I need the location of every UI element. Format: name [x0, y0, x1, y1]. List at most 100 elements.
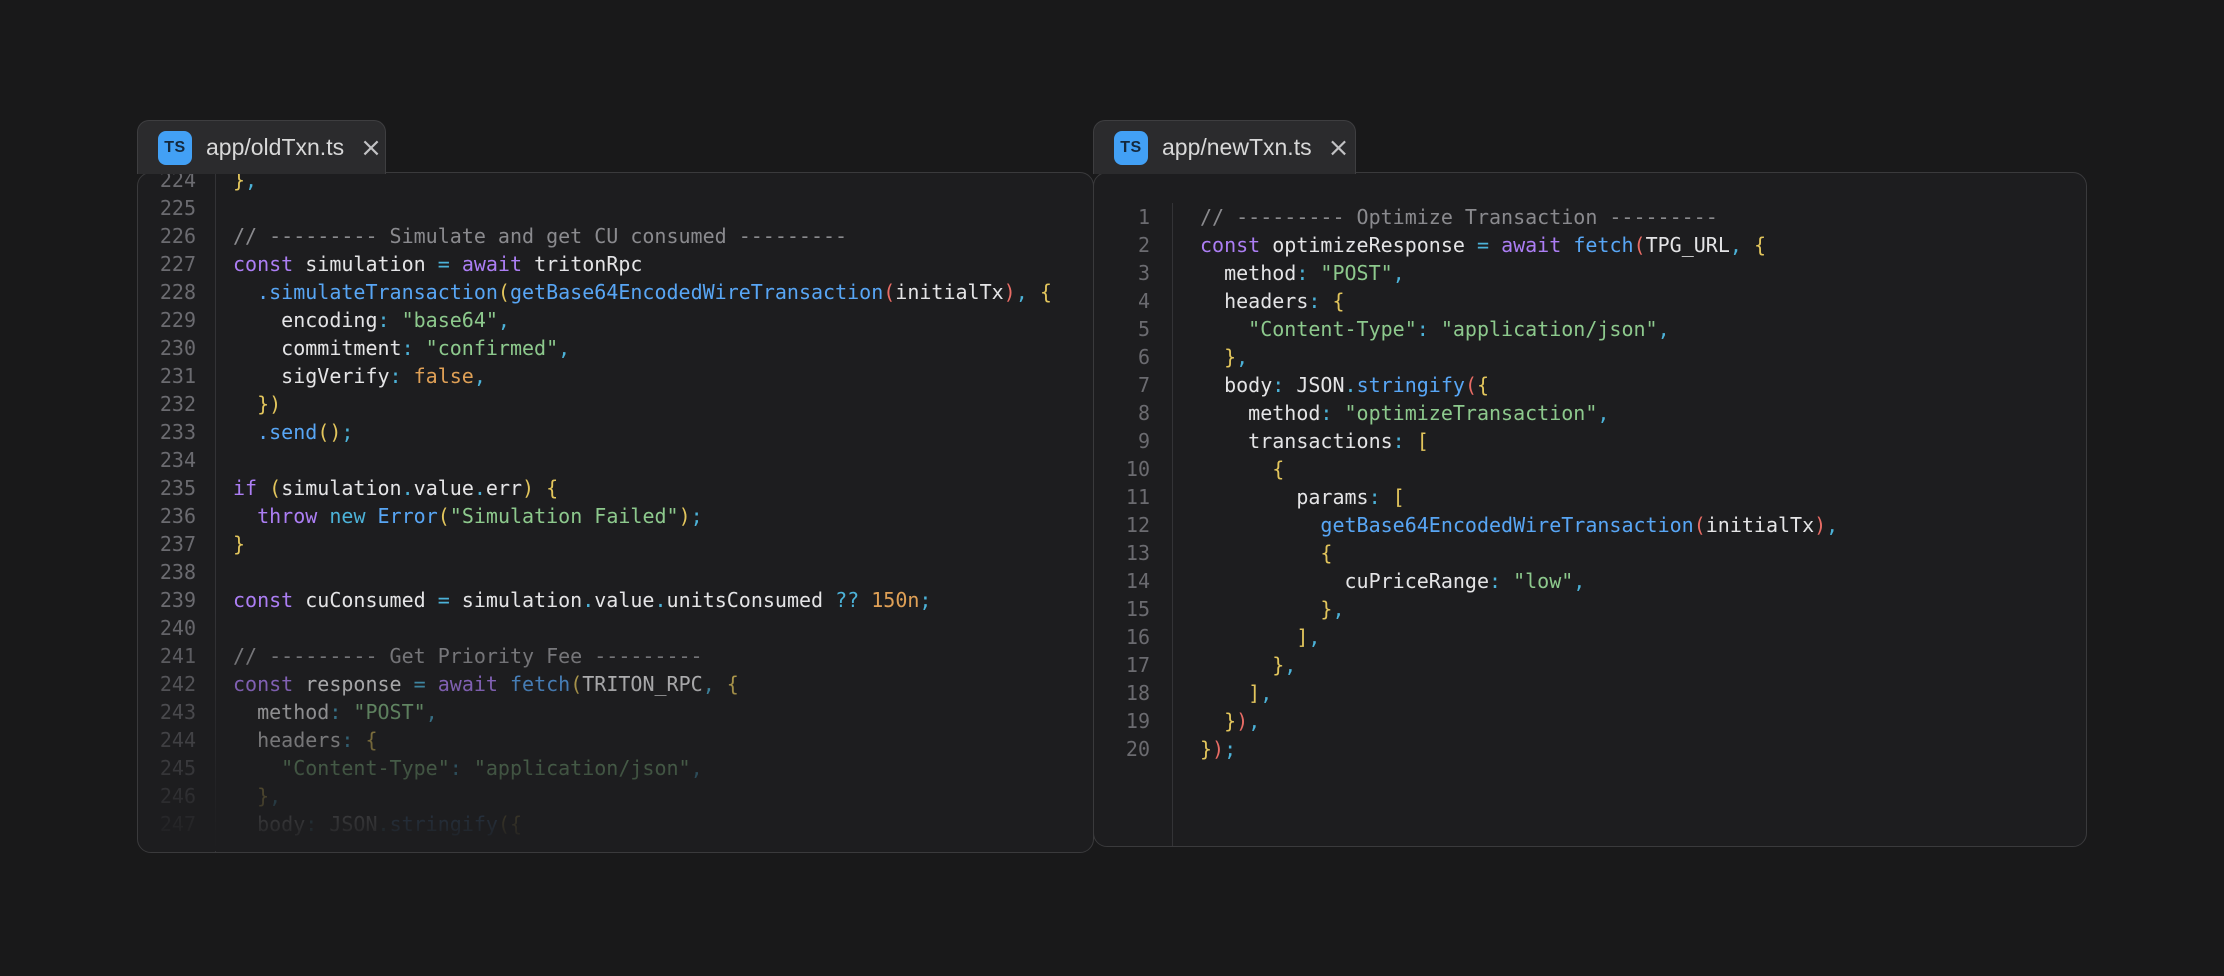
typescript-file-icon: TS [158, 131, 192, 165]
line-number-gutter: 2242252262272282292302312322332342352362… [138, 173, 216, 852]
line-number: 4 [1138, 287, 1150, 315]
code-area[interactable]: // --------- Optimize Transaction ------… [1173, 203, 2086, 846]
code-line: { [1200, 455, 2086, 483]
editor-panel-new-txn: 1234567891011121314151617181920 // -----… [1093, 172, 2087, 847]
code-line: encoding: "base64", [233, 306, 1093, 334]
code-line: }, [233, 173, 1093, 194]
line-number: 237 [160, 530, 196, 558]
code-line: transactions: [ [1200, 427, 2086, 455]
code-line: cuPriceRange: "low", [1200, 567, 2086, 595]
code-line: { [1200, 539, 2086, 567]
line-number: 235 [160, 474, 196, 502]
line-number: 3 [1138, 259, 1150, 287]
code-line: headers: { [233, 726, 1093, 754]
line-number: 241 [160, 642, 196, 670]
code-line: getBase64EncodedWireTransaction(initialT… [1200, 511, 2086, 539]
code-line: // --------- Optimize Transaction ------… [1200, 203, 2086, 231]
line-number: 6 [1138, 343, 1150, 371]
tab-title: app/newTxn.ts [1162, 134, 1312, 161]
editor-panel-old-txn: 2242252262272282292302312322332342352362… [137, 172, 1094, 853]
line-number: 5 [1138, 315, 1150, 343]
close-icon[interactable]: × [360, 135, 382, 161]
line-number: 9 [1138, 427, 1150, 455]
line-number: 229 [160, 306, 196, 334]
code-line: const cuConsumed = simulation.value.unit… [233, 586, 1093, 614]
code-line: }, [1200, 651, 2086, 679]
line-number: 1 [1138, 203, 1150, 231]
code-line: ], [1200, 623, 2086, 651]
line-number: 17 [1126, 651, 1150, 679]
code-line: const optimizeResponse = await fetch(TPG… [1200, 231, 2086, 259]
code-line: body: JSON.stringify({ [233, 810, 1093, 838]
code-line: // --------- Get Priority Fee --------- [233, 642, 1093, 670]
tab-old-txn-file[interactable]: TS app/oldTxn.ts × [137, 120, 386, 174]
line-number: 236 [160, 502, 196, 530]
code-line: method: "optimizeTransaction", [1200, 399, 2086, 427]
code-line: "Content-Type": "application/json", [1200, 315, 2086, 343]
line-number: 225 [160, 194, 196, 222]
line-number: 19 [1126, 707, 1150, 735]
code-line: }) [233, 390, 1093, 418]
line-number: 10 [1126, 455, 1150, 483]
line-number: 226 [160, 222, 196, 250]
code-line [233, 194, 1093, 222]
typescript-file-icon: TS [1114, 131, 1148, 165]
code-line: "Content-Type": "application/json", [233, 754, 1093, 782]
close-icon[interactable]: × [1328, 135, 1350, 161]
code-line: }); [1200, 735, 2086, 763]
tab-title: app/oldTxn.ts [206, 134, 344, 161]
code-line: method: "POST", [1200, 259, 2086, 287]
code-editor[interactable]: 1234567891011121314151617181920 // -----… [1094, 173, 2086, 846]
line-number: 232 [160, 390, 196, 418]
line-number: 238 [160, 558, 196, 586]
code-line: .send(); [233, 418, 1093, 446]
line-number: 8 [1138, 399, 1150, 427]
code-line: throw new Error("Simulation Failed"); [233, 502, 1093, 530]
code-line: }, [233, 782, 1093, 810]
line-number: 240 [160, 614, 196, 642]
code-line: .simulateTransaction(getBase64EncodedWir… [233, 278, 1093, 306]
code-line: method: "POST", [233, 698, 1093, 726]
code-line: ], [1200, 679, 2086, 707]
line-number: 244 [160, 726, 196, 754]
code-line: const response = await fetch(TRITON_RPC,… [233, 670, 1093, 698]
line-number: 231 [160, 362, 196, 390]
code-line: params: [ [1200, 483, 2086, 511]
line-number: 242 [160, 670, 196, 698]
code-line [233, 614, 1093, 642]
code-line: commitment: "confirmed", [233, 334, 1093, 362]
line-number: 15 [1126, 595, 1150, 623]
code-line: }, [1200, 343, 2086, 371]
line-number: 227 [160, 250, 196, 278]
code-line [233, 558, 1093, 586]
code-line: }), [1200, 707, 2086, 735]
line-number: 13 [1126, 539, 1150, 567]
line-number: 18 [1126, 679, 1150, 707]
code-line [233, 446, 1093, 474]
line-number: 20 [1126, 735, 1150, 763]
line-number: 7 [1138, 371, 1150, 399]
line-number: 14 [1126, 567, 1150, 595]
line-number: 224 [160, 173, 196, 194]
line-number: 230 [160, 334, 196, 362]
line-number: 247 [160, 810, 196, 838]
line-number: 16 [1126, 623, 1150, 651]
line-number: 246 [160, 782, 196, 810]
code-line: sigVerify: false, [233, 362, 1093, 390]
line-number: 11 [1126, 483, 1150, 511]
code-line: // --------- Simulate and get CU consume… [233, 222, 1093, 250]
line-number: 243 [160, 698, 196, 726]
line-number: 2 [1138, 231, 1150, 259]
code-area[interactable]: }, // --------- Simulate and get CU consu… [216, 173, 1093, 852]
code-editor[interactable]: 2242252262272282292302312322332342352362… [138, 173, 1093, 852]
line-number: 239 [160, 586, 196, 614]
line-number: 233 [160, 418, 196, 446]
line-number: 12 [1126, 511, 1150, 539]
code-line: } [233, 530, 1093, 558]
line-number-gutter: 1234567891011121314151617181920 [1094, 203, 1173, 846]
code-line: if (simulation.value.err) { [233, 474, 1093, 502]
workspace: TS app/oldTxn.ts × TS app/newTxn.ts × 22… [0, 0, 2224, 976]
line-number: 234 [160, 446, 196, 474]
tab-new-txn-file[interactable]: TS app/newTxn.ts × [1093, 120, 1356, 174]
code-line: headers: { [1200, 287, 2086, 315]
